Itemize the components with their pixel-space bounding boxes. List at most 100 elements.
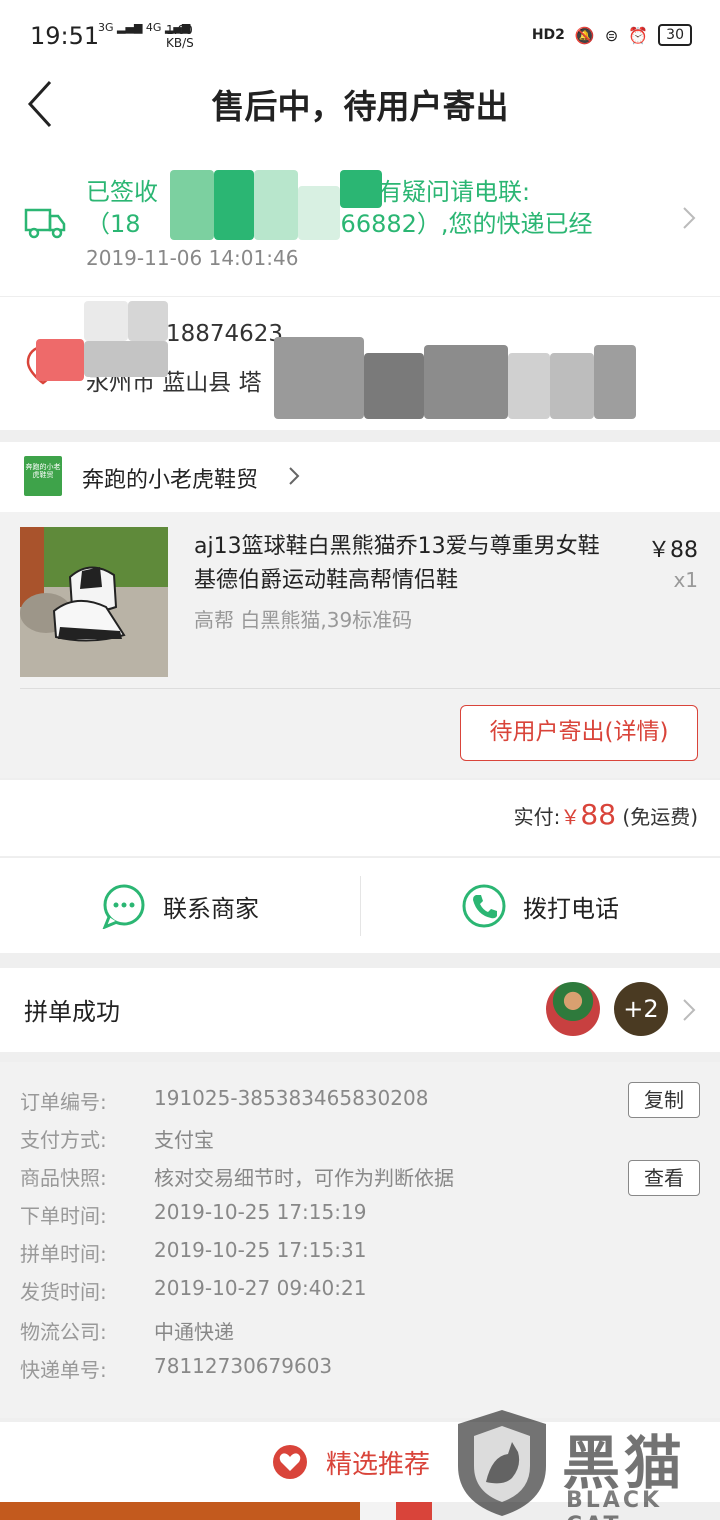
payment-label: 实付: xyxy=(513,805,561,829)
courier-name: 中通快递 xyxy=(154,1320,234,1344)
info-key: 物流公司: xyxy=(20,1320,107,1344)
payment-method: 支付宝 xyxy=(154,1128,214,1152)
snapshot-row: 商品快照: 核对交易细节时，可作为判断依据 xyxy=(20,1162,454,1192)
mute-bell-icon: 🔕 xyxy=(574,25,595,45)
product-quantity: x1 xyxy=(673,568,698,592)
privacy-blur xyxy=(128,301,168,341)
group-time-row: 拼单时间: 2019-10-25 17:15:31 xyxy=(20,1238,366,1268)
chevron-right-icon xyxy=(683,999,696,1021)
truck-icon xyxy=(24,208,66,239)
info-key: 商品快照: xyxy=(20,1166,107,1190)
black-cat-logo-icon xyxy=(458,1410,546,1516)
phone-icon xyxy=(462,884,506,928)
shop-row[interactable]: 奔跑的小老虎鞋贸 奔跑的小老虎鞋贸 xyxy=(0,442,720,512)
chevron-right-icon xyxy=(289,467,300,485)
tracking-row: 快递单号: 78112730679603 xyxy=(20,1354,332,1384)
privacy-blur xyxy=(84,301,128,341)
logistics-phone-start: （18 xyxy=(86,210,141,238)
info-key: 发货时间: xyxy=(20,1280,107,1304)
product-price: ￥88 xyxy=(648,538,698,563)
call-phone-button[interactable]: 拨打电话 xyxy=(360,858,720,954)
privacy-blur xyxy=(364,353,424,419)
order-time-row: 下单时间: 2019-10-25 17:15:19 xyxy=(20,1200,366,1230)
net-4g-label: 4G xyxy=(145,21,162,34)
payment-row: 实付:￥88 (免运费) xyxy=(0,780,720,856)
status-time: 19:51 xyxy=(30,22,100,50)
contact-merchant-button[interactable]: 联系商家 xyxy=(0,858,360,954)
logistics-signed-text: 已签收 xyxy=(86,178,158,206)
call-phone-label: 拨打电话 xyxy=(523,894,619,923)
group-time: 2019-10-25 17:15:31 xyxy=(154,1238,367,1262)
page-title: 售后中，待用户寄出 xyxy=(211,87,509,126)
chevron-right-icon xyxy=(683,207,696,229)
contact-merchant-label: 联系商家 xyxy=(163,894,259,923)
group-buy-row[interactable]: 拼单成功 +2 xyxy=(0,968,720,1052)
battery-icon: 30 xyxy=(658,24,692,46)
snapshot-note: 核对交易细节时，可作为判断依据 xyxy=(154,1166,454,1190)
order-number-row: 订单编号: 191025-385383465830208 xyxy=(20,1086,428,1116)
network-speed: 1.00 KB/S xyxy=(166,24,194,50)
speed-unit: KB/S xyxy=(166,36,194,50)
payment-method-row: 支付方式: 支付宝 xyxy=(20,1124,214,1154)
product-card[interactable]: aj13篮球鞋白黑熊猫乔13爱与尊重男女鞋基德伯爵运动鞋高帮情侣鞋 ￥88 x1… xyxy=(0,512,720,778)
info-key: 支付方式: xyxy=(20,1128,107,1152)
ship-time-row: 发货时间: 2019-10-27 09:40:21 xyxy=(20,1276,366,1306)
privacy-blur xyxy=(550,353,594,419)
after-sale-status-button[interactable]: 待用户寄出(详情) xyxy=(460,705,698,761)
shop-name: 奔跑的小老虎鞋贸 xyxy=(82,468,259,493)
privacy-blur xyxy=(84,341,168,377)
payment-currency: ￥ xyxy=(560,805,581,829)
sneaker-photo xyxy=(20,527,168,677)
product-spec: 高帮 白黑熊猫,39标准码 xyxy=(194,608,413,632)
divider xyxy=(20,688,720,689)
copy-button[interactable]: 复制 xyxy=(628,1082,700,1118)
product-image[interactable] xyxy=(20,527,168,677)
privacy-blur xyxy=(594,345,636,419)
order-number: 191025-385383465830208 xyxy=(154,1086,429,1110)
group-buy-label: 拼单成功 xyxy=(24,998,120,1026)
address-card[interactable]: 18874623 永州市 蓝山县 塔 xyxy=(0,296,720,430)
privacy-blur xyxy=(508,353,550,419)
info-key: 快递单号: xyxy=(20,1358,107,1382)
view-snapshot-button[interactable]: 查看 xyxy=(628,1160,700,1196)
privacy-blur xyxy=(424,345,508,419)
product-title: aj13篮球鞋白黑熊猫乔13爱与尊重男女鞋基德伯爵运动鞋高帮情侣鞋 xyxy=(194,534,600,593)
status-bar: 19:51 3G ▂▄▆ 4G ▂▄▆ 1.00 KB/S HD2 🔕 ⊜ ⏰ … xyxy=(0,0,720,72)
logistics-time: 2019-11-06 14:01:46 xyxy=(86,246,299,270)
privacy-blur xyxy=(340,170,382,208)
info-key: 拼单时间: xyxy=(20,1242,107,1266)
tracking-number: 78112730679603 xyxy=(154,1354,333,1378)
alarm-icon: ⏰ xyxy=(628,25,649,45)
recommend-label: 精选推荐 xyxy=(326,1450,431,1480)
watermark-subtext: BLACK CAT xyxy=(566,1488,663,1520)
shop-logo: 奔跑的小老虎鞋贸 xyxy=(24,456,62,496)
contact-row: 联系商家 拨打电话 xyxy=(0,857,720,953)
signal-icon: ▂▄▆ xyxy=(117,21,143,34)
avatar-more-count: +2 xyxy=(614,982,668,1036)
courier-row: 物流公司: 中通快递 xyxy=(20,1316,234,1346)
privacy-blur xyxy=(170,170,214,240)
info-key: 订单编号: xyxy=(20,1090,107,1114)
privacy-blur xyxy=(36,339,84,381)
order-time: 2019-10-25 17:15:19 xyxy=(154,1200,367,1224)
heart-icon xyxy=(273,1445,307,1479)
net-3g-label: 3G xyxy=(98,21,114,34)
avatar xyxy=(546,982,600,1036)
recipient-phone: 18874623 xyxy=(166,321,284,347)
shipping-note: (免运费) xyxy=(622,805,698,829)
privacy-blur xyxy=(298,186,340,240)
privacy-blur xyxy=(214,170,254,240)
header: 售后中，待用户寄出 xyxy=(0,72,720,136)
info-key: 下单时间: xyxy=(20,1204,107,1228)
hd-icon: HD2 xyxy=(531,27,565,43)
order-info-section: 订单编号: 191025-385383465830208 复制 支付方式: 支付… xyxy=(0,1062,720,1418)
ship-time: 2019-10-27 09:40:21 xyxy=(154,1276,367,1300)
privacy-blur xyxy=(274,337,364,419)
lock-rotation-icon: ⊜ xyxy=(604,25,619,45)
chat-bubble-icon xyxy=(102,884,145,929)
logistics-phone-end: 66882）,您的快递已经 xyxy=(340,210,593,238)
status-icons: HD2 🔕 ⊜ ⏰ 30 xyxy=(532,24,692,46)
payment-summary: 实付:￥88 (免运费) xyxy=(514,798,698,831)
payment-amount: 88 xyxy=(580,798,617,831)
logistics-card[interactable]: 已签收 如有疑问请电联: （18 66882）,您的快递已经 2019-11-06 … xyxy=(0,136,720,296)
